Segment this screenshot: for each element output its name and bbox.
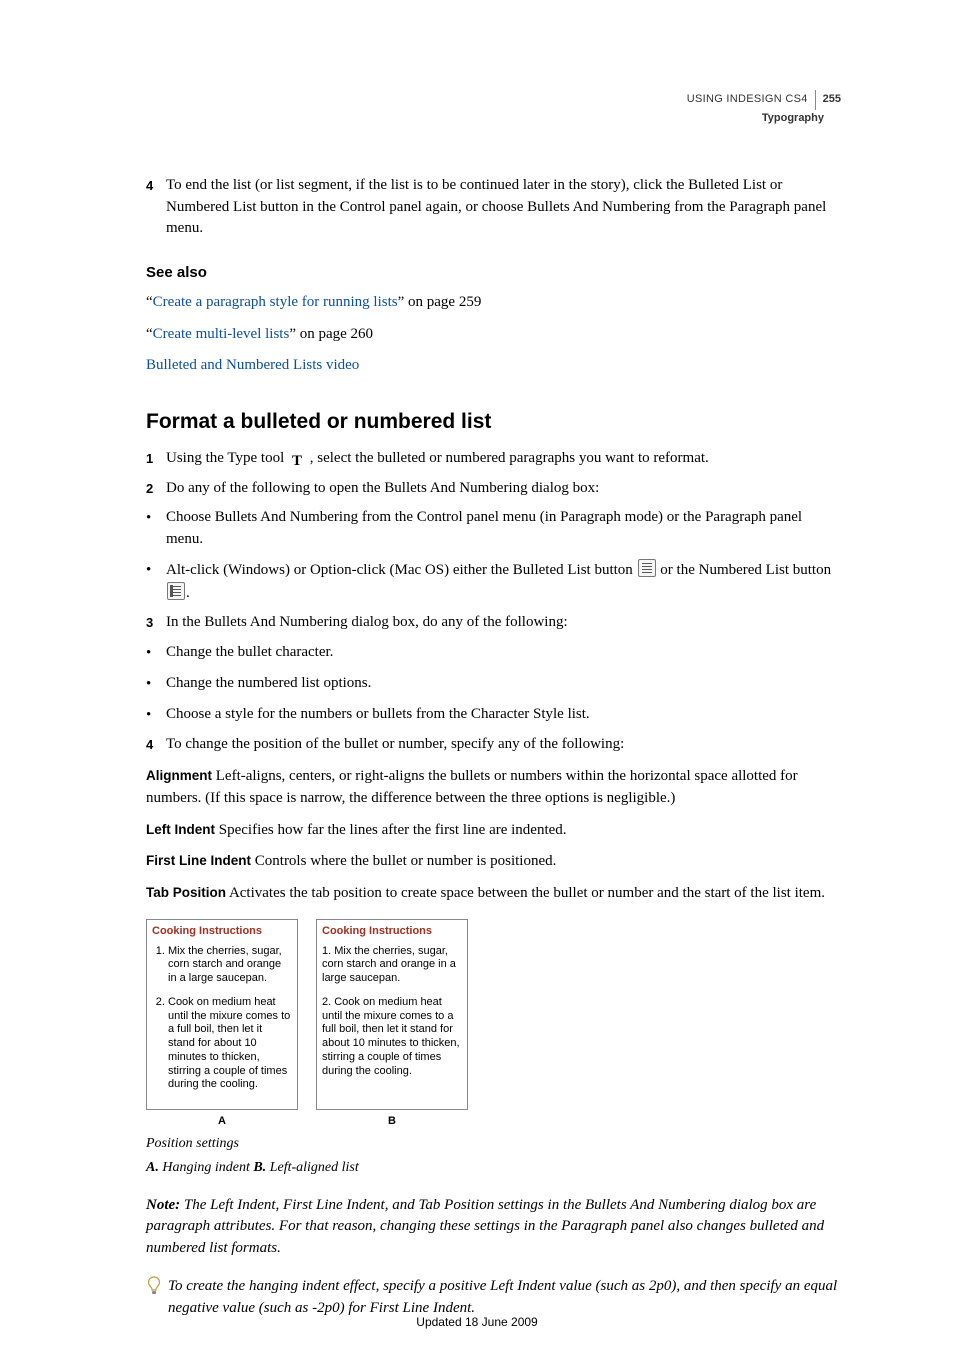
term: Left Indent	[146, 822, 215, 837]
tip-block: To create the hanging indent effect, spe…	[146, 1276, 841, 1320]
header-divider	[815, 90, 816, 110]
note-label: Note:	[146, 1197, 180, 1213]
header-section: Typography	[146, 111, 841, 127]
definition-left-indent: Left Indent Specifies how far the lines …	[146, 820, 841, 842]
bullet-change-numbered: Change the numbered list options.	[146, 673, 841, 696]
step-number: 2	[146, 478, 166, 500]
link-quote-open: “	[146, 326, 153, 342]
type-tool-icon: T	[289, 454, 305, 470]
figure-label-a: A	[146, 1114, 298, 1130]
link-multilevel-lists[interactable]: Create multi-level lists	[153, 326, 290, 342]
link-page-ref: ” on page 260	[289, 326, 373, 342]
page-footer: Updated 18 June 2009	[0, 1314, 954, 1331]
bullet-icon	[146, 559, 166, 605]
key-label: B.	[253, 1160, 266, 1175]
step-number: 3	[146, 612, 166, 634]
list-item: Mix the cherries, sugar, corn starch and…	[168, 945, 292, 986]
note-text: The Left Indent, First Line Indent, and …	[146, 1197, 824, 1257]
step-text: To change the position of the bullet or …	[166, 734, 841, 756]
definition-text: Controls where the bullet or number is p…	[255, 853, 557, 869]
definition-first-line-indent: First Line Indent Controls where the bul…	[146, 851, 841, 873]
bullet-alt-click: Alt-click (Windows) or Option-click (Mac…	[146, 559, 841, 605]
bullet-text: Change the bullet character.	[166, 642, 841, 665]
bullet-icon	[146, 642, 166, 665]
figure-position-settings: Cooking Instructions Mix the cherries, s…	[146, 919, 841, 1179]
list-item: Cook on medium heat until the mixure com…	[168, 996, 292, 1092]
figure-panel-a: Cooking Instructions Mix the cherries, s…	[146, 919, 298, 1110]
text-segment: Alt-click (Windows) or Option-click (Mac…	[166, 562, 637, 578]
continued-step-4: 4 To end the list (or list segment, if t…	[146, 175, 841, 240]
bullet-icon	[146, 507, 166, 551]
list-item: Mix the cherries, sugar, corn starch and…	[322, 945, 462, 986]
step-text: Using the Type tool T , select the bulle…	[166, 448, 841, 470]
term: First Line Indent	[146, 853, 251, 868]
bullet-text: Choose a style for the numbers or bullet…	[166, 704, 841, 727]
figure-caption: Position settings	[146, 1134, 841, 1154]
bullet-text: Change the numbered list options.	[166, 673, 841, 696]
bulleted-list-icon	[638, 559, 656, 577]
see-also-heading: See also	[146, 262, 841, 284]
section-heading: Format a bulleted or numbered list	[146, 407, 841, 437]
lightbulb-icon	[146, 1276, 168, 1320]
bullet-text: Alt-click (Windows) or Option-click (Mac…	[166, 559, 841, 605]
step-1: 1 Using the Type tool T , select the bul…	[146, 448, 841, 470]
step-3: 3 In the Bullets And Numbering dialog bo…	[146, 612, 841, 634]
link-page-ref: ” on page 259	[398, 294, 482, 310]
definition-text: Specifies how far the lines after the fi…	[219, 822, 567, 838]
see-also-link-1: “Create a paragraph style for running li…	[146, 292, 841, 314]
figure-panel-b: Cooking Instructions Mix the cherries, s…	[316, 919, 468, 1110]
definition-alignment: Alignment Left-aligns, centers, or right…	[146, 766, 841, 810]
bullet-icon	[146, 704, 166, 727]
see-also-link-2: “Create multi-level lists” on page 260	[146, 324, 841, 346]
link-lists-video[interactable]: Bulleted and Numbered Lists video	[146, 357, 359, 373]
text-segment: Using the Type tool	[166, 450, 288, 466]
text-segment: .	[186, 585, 190, 601]
text-segment: or the Numbered List button	[657, 562, 832, 578]
key-text: Hanging indent	[159, 1160, 254, 1175]
list-item: Cook on medium heat until the mixure com…	[322, 996, 462, 1079]
panel-title: Cooking Instructions	[152, 925, 292, 939]
panel-title: Cooking Instructions	[322, 925, 462, 939]
term: Alignment	[146, 768, 212, 783]
tip-text: To create the hanging indent effect, spe…	[168, 1276, 841, 1320]
header-product: USING INDESIGN CS4	[687, 92, 808, 108]
figure-key: A. Hanging indent B. Left-aligned list	[146, 1158, 841, 1178]
link-quote-open: “	[146, 294, 153, 310]
header-page-number: 255	[823, 92, 841, 108]
link-running-lists[interactable]: Create a paragraph style for running lis…	[153, 294, 398, 310]
step-number: 1	[146, 448, 166, 470]
definition-text: Activates the tab position to create spa…	[229, 885, 825, 901]
bullet-icon	[146, 673, 166, 696]
key-label: A.	[146, 1160, 159, 1175]
bullet-choose-menu: Choose Bullets And Numbering from the Co…	[146, 507, 841, 551]
key-text: Left-aligned list	[266, 1160, 359, 1175]
page-header: USING INDESIGN CS4 255 Typography	[146, 90, 841, 127]
step-2: 2 Do any of the following to open the Bu…	[146, 478, 841, 500]
see-also-link-3: Bulleted and Numbered Lists video	[146, 355, 841, 377]
step-4: 4 To change the position of the bullet o…	[146, 734, 841, 756]
step-number: 4	[146, 175, 166, 240]
bullet-text: Choose Bullets And Numbering from the Co…	[166, 507, 841, 551]
definition-text: Left-aligns, centers, or right-aligns th…	[146, 768, 798, 806]
bullet-choose-style: Choose a style for the numbers or bullet…	[146, 704, 841, 727]
bullet-change-bullet: Change the bullet character.	[146, 642, 841, 665]
step-text: To end the list (or list segment, if the…	[166, 175, 841, 240]
text-segment: , select the bulleted or numbered paragr…	[306, 450, 709, 466]
step-text: In the Bullets And Numbering dialog box,…	[166, 612, 841, 634]
step-text: Do any of the following to open the Bull…	[166, 478, 841, 500]
numbered-list-icon	[167, 582, 185, 600]
figure-label-b: B	[316, 1114, 468, 1130]
term: Tab Position	[146, 885, 226, 900]
step-number: 4	[146, 734, 166, 756]
note-block: Note: The Left Indent, First Line Indent…	[146, 1195, 841, 1260]
definition-tab-position: Tab Position Activates the tab position …	[146, 883, 841, 905]
